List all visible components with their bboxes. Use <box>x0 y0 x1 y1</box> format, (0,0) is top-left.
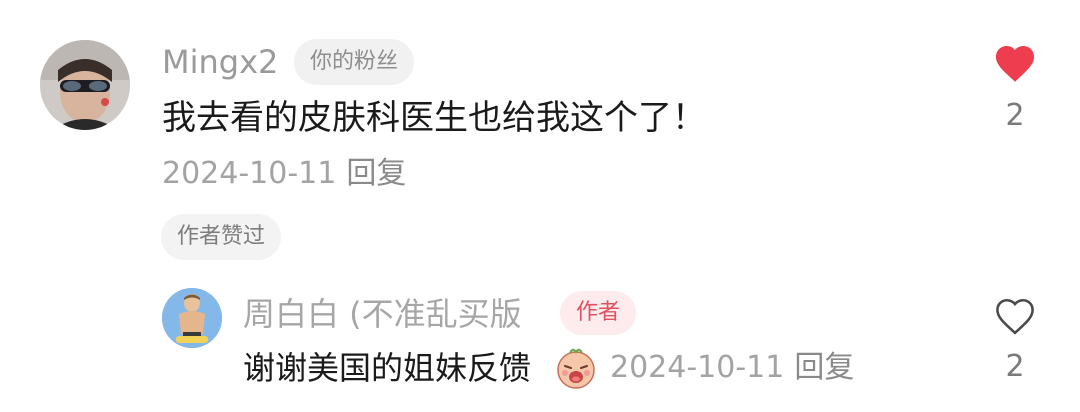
crying-face-emoji-icon <box>554 346 598 390</box>
fan-badge: 你的粉丝 <box>294 39 415 85</box>
comment-thread: Mingx2 你的粉丝 我去看的皮肤科医生也给我这个了！ 2024-10-11 回… <box>0 0 1080 412</box>
commenter-username[interactable]: Mingx2 <box>162 40 278 84</box>
reply-like-count: 2 <box>1005 349 1025 384</box>
comment-meta: 2024-10-11 回复 <box>162 152 406 196</box>
reply-to-reply-button[interactable]: 回复 <box>794 350 854 385</box>
heart-outline-icon[interactable] <box>993 295 1037 337</box>
author-badge: 作者 <box>560 291 637 335</box>
reply-date: 2024-10-11 <box>610 350 785 385</box>
author-liked-badge: 作者赞过 <box>161 214 282 260</box>
like-count: 2 <box>1005 98 1025 133</box>
reply-text: 谢谢美国的姐妹反馈 <box>243 349 532 387</box>
reply-button[interactable]: 回复 <box>346 156 406 191</box>
reply-meta: 2024-10-11 回复 <box>610 346 854 390</box>
heart-filled-icon[interactable] <box>993 42 1037 84</box>
reply-author-avatar[interactable] <box>162 288 222 348</box>
reply-username[interactable]: 周白白 (不准乱买版 <box>243 292 522 336</box>
commenter-avatar[interactable] <box>40 40 130 130</box>
comment-date: 2024-10-11 <box>162 156 337 191</box>
comment-text: 我去看的皮肤科医生也给我这个了！ <box>162 98 706 138</box>
